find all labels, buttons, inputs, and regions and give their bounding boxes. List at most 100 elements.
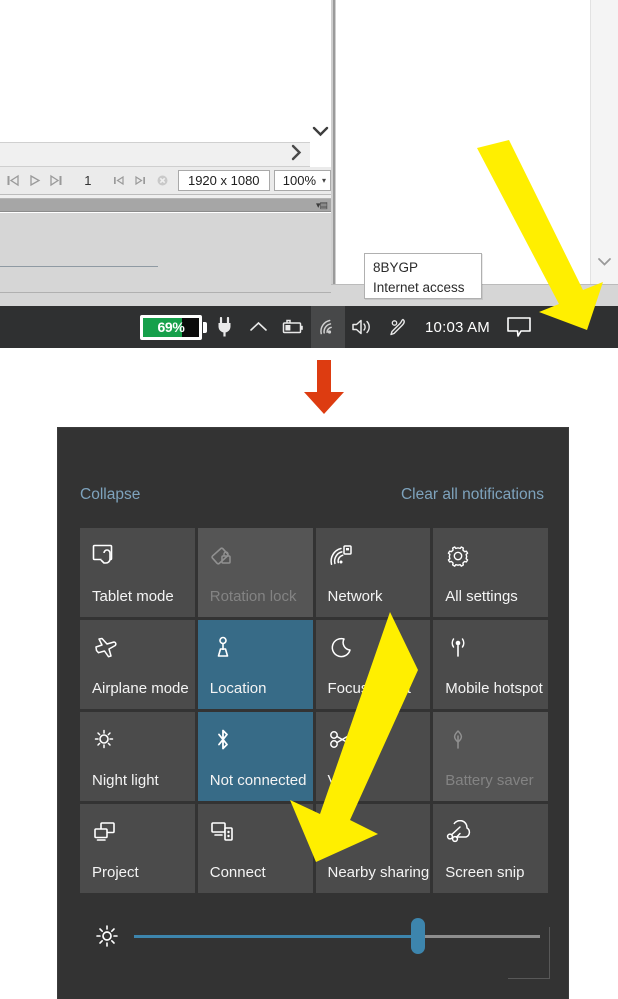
- frame-number[interactable]: 1: [68, 173, 108, 188]
- step-forward-icon[interactable]: [130, 170, 152, 192]
- tile-label: Rotation lock: [209, 588, 297, 605]
- quick-action-tile-battery-saver[interactable]: Battery saver: [433, 712, 548, 801]
- clear-all-notifications-link[interactable]: Clear all notifications: [401, 486, 544, 504]
- quick-action-tile-nearby-sharing[interactable]: Nearby sharing: [315, 804, 431, 893]
- tile-label: Nearby sharing: [327, 864, 430, 881]
- network-wifi-icon: [328, 540, 421, 572]
- panel-corner-outline: [508, 927, 550, 979]
- red-arrow-annotation: [304, 360, 344, 414]
- panel-grip-bar[interactable]: ▾▤: [0, 199, 331, 212]
- taskbar-empty-area[interactable]: [0, 306, 136, 348]
- quick-action-tile-screen-snip[interactable]: Screen snip: [433, 804, 548, 893]
- quick-action-tile-network[interactable]: Network: [315, 528, 431, 617]
- connect-icon: [210, 816, 303, 848]
- quick-action-tile-tablet-mode[interactable]: Tablet mode: [80, 528, 195, 617]
- quick-action-tile-vpn[interactable]: VPN: [315, 712, 431, 801]
- tile-label: Mobile hotspot: [445, 680, 543, 697]
- zoom-value: 100%: [282, 173, 317, 188]
- tile-label: VPN: [327, 772, 359, 789]
- skip-to-end-icon[interactable]: [46, 170, 68, 192]
- screen-root: 1 1920 x 1080 100% ▾ ▾▤ ▥ 8BYGP Internet…: [0, 0, 618, 999]
- gear-icon: [445, 540, 538, 572]
- airplane-icon: [92, 632, 185, 664]
- tablet-mode-icon: [92, 540, 185, 572]
- pen-workspace-icon[interactable]: [381, 306, 415, 348]
- quick-action-tile-focus-assist[interactable]: Focus assist: [315, 620, 431, 709]
- focus-assist-icon: [328, 632, 421, 664]
- quick-actions-grid: Tablet mode Rotation lock Network All se…: [80, 528, 548, 893]
- bluetooth-icon: [210, 724, 303, 756]
- playback-toolbar: 1 1920 x 1080 100% ▾: [0, 167, 331, 195]
- editor-canvas: [0, 0, 310, 143]
- battery-saver-icon: [445, 724, 538, 756]
- panel-menu-icon[interactable]: ▾▤: [316, 200, 328, 211]
- show-hidden-icons-chevron[interactable]: [241, 306, 275, 348]
- quick-action-tile-connect[interactable]: Connect: [197, 804, 313, 893]
- night-light-icon: [92, 724, 185, 756]
- brightness-sun-icon[interactable]: [80, 923, 134, 949]
- document-page: [336, 0, 590, 284]
- notification-chat-icon[interactable]: [500, 306, 538, 348]
- hotspot-icon: [445, 632, 538, 664]
- zoom-field[interactable]: 100% ▾: [273, 170, 331, 191]
- slider-thumb[interactable]: [411, 918, 426, 954]
- tooltip-status: Internet access: [373, 280, 465, 295]
- quick-action-tile-all-settings[interactable]: All settings: [433, 528, 548, 617]
- network-tooltip: 8BYGP Internet access: [364, 253, 482, 299]
- chevron-right-icon[interactable]: [290, 144, 302, 166]
- editor-vertical-scrollbar[interactable]: [310, 0, 331, 143]
- resolution-field[interactable]: 1920 x 1080: [177, 170, 270, 191]
- quick-action-tile-project[interactable]: Project: [80, 804, 195, 893]
- window-left-border: [333, 0, 335, 306]
- tile-label: Airplane mode: [92, 680, 189, 697]
- quick-action-tile-mobile-hotspot[interactable]: Mobile hotspot: [433, 620, 548, 709]
- quick-action-tile-rotation-lock[interactable]: Rotation lock: [197, 528, 313, 617]
- tile-label: Location: [209, 680, 267, 697]
- power-plug-icon[interactable]: [207, 306, 241, 348]
- tile-label: Tablet mode: [92, 588, 174, 605]
- windows-taskbar: 69% 10:03 AM: [0, 306, 618, 348]
- screen-snip-icon: [445, 816, 538, 848]
- quick-action-tile-bluetooth[interactable]: Not connected: [197, 712, 313, 801]
- project-icon: [92, 816, 185, 848]
- chevron-down-icon[interactable]: [597, 254, 612, 272]
- left-editor-window: 1 1920 x 1080 100% ▾ ▾▤: [0, 0, 331, 306]
- chevron-down-icon[interactable]: ▾: [322, 176, 326, 185]
- tile-label: Night light: [92, 772, 159, 789]
- action-center-panel: Collapse Clear all notifications Tablet …: [58, 428, 568, 999]
- tile-label: Project: [92, 864, 139, 881]
- volume-icon[interactable]: [345, 306, 381, 348]
- clear-icon[interactable]: [152, 170, 174, 192]
- lower-pane-bottom-strip: [0, 293, 331, 306]
- play-icon[interactable]: [24, 170, 46, 192]
- tooltip-ssid: 8BYGP: [373, 260, 419, 275]
- document-vertical-scrollbar[interactable]: [590, 0, 618, 284]
- lower-pane: [0, 213, 331, 293]
- network-wifi-icon[interactable]: [311, 306, 345, 348]
- rotation-lock-icon: [210, 540, 303, 572]
- collapse-link[interactable]: Collapse: [80, 486, 140, 504]
- tile-label: Focus assist: [327, 680, 411, 697]
- battery-percent-indicator[interactable]: 69%: [140, 314, 202, 340]
- slider-filled: [134, 934, 419, 938]
- quick-action-tile-location[interactable]: Location: [197, 620, 313, 709]
- quick-action-tile-night-light[interactable]: Night light: [80, 712, 195, 801]
- step-back-icon[interactable]: [108, 170, 130, 192]
- editor-horizontal-scrollbar[interactable]: [0, 143, 310, 167]
- battery-icon[interactable]: [275, 306, 311, 348]
- brightness-control: [80, 906, 548, 966]
- nearby-sharing-icon: [328, 816, 421, 848]
- tray-small-icon: ▥: [583, 290, 594, 302]
- battery-percent-label: 69%: [157, 319, 185, 335]
- tile-label: All settings: [445, 588, 518, 605]
- tile-label: Connect: [209, 864, 266, 881]
- pane-hairline: [0, 266, 158, 267]
- location-icon: [210, 632, 303, 664]
- skip-to-start-icon[interactable]: [2, 170, 24, 192]
- chevron-down-icon[interactable]: [312, 126, 329, 137]
- action-center-header: Collapse Clear all notifications: [58, 470, 568, 520]
- brightness-slider[interactable]: [134, 918, 540, 954]
- taskbar-clock[interactable]: 10:03 AM: [415, 306, 500, 348]
- quick-action-tile-airplane-mode[interactable]: Airplane mode: [80, 620, 195, 709]
- tile-label: Screen snip: [445, 864, 525, 881]
